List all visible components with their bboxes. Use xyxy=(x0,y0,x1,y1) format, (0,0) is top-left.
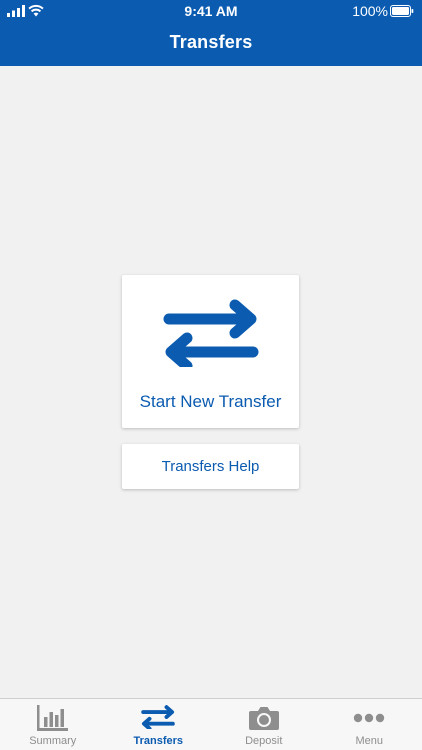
camera-icon xyxy=(248,707,279,730)
tab-menu[interactable]: Menu xyxy=(317,699,422,750)
page-title: Transfers xyxy=(169,32,253,52)
transfers-screen: 9:41 AM 100% Transfers Start New Transfe… xyxy=(0,0,422,750)
tab-summary[interactable]: Summary xyxy=(0,699,106,750)
tab-menu-label: Menu xyxy=(355,735,384,747)
status-bar: 9:41 AM 100% xyxy=(0,0,422,22)
transfer-arrows-icon xyxy=(141,705,176,729)
bar-chart-icon xyxy=(36,705,68,731)
tab-deposit[interactable]: Deposit xyxy=(211,699,317,750)
transfers-help-button[interactable]: Transfers Help xyxy=(122,444,299,489)
battery-percent: 100% xyxy=(352,3,388,19)
tab-transfers[interactable]: Transfers xyxy=(106,699,212,750)
tab-transfers-label: Transfers xyxy=(133,735,184,747)
battery-icon xyxy=(390,5,414,17)
bottom-tab-bar: Summary Transfers Deposit Menu xyxy=(0,698,422,750)
transfer-arrows-icon xyxy=(163,299,259,367)
start-new-transfer-button[interactable]: Start New Transfer xyxy=(122,275,299,428)
start-new-transfer-label: Start New Transfer xyxy=(139,392,282,411)
tab-summary-label: Summary xyxy=(29,735,77,747)
tab-deposit-label: Deposit xyxy=(245,735,283,747)
transfers-help-label: Transfers Help xyxy=(161,458,260,475)
more-dots-icon xyxy=(354,713,385,723)
header-bar: 9:41 AM 100% Transfers xyxy=(0,0,422,66)
